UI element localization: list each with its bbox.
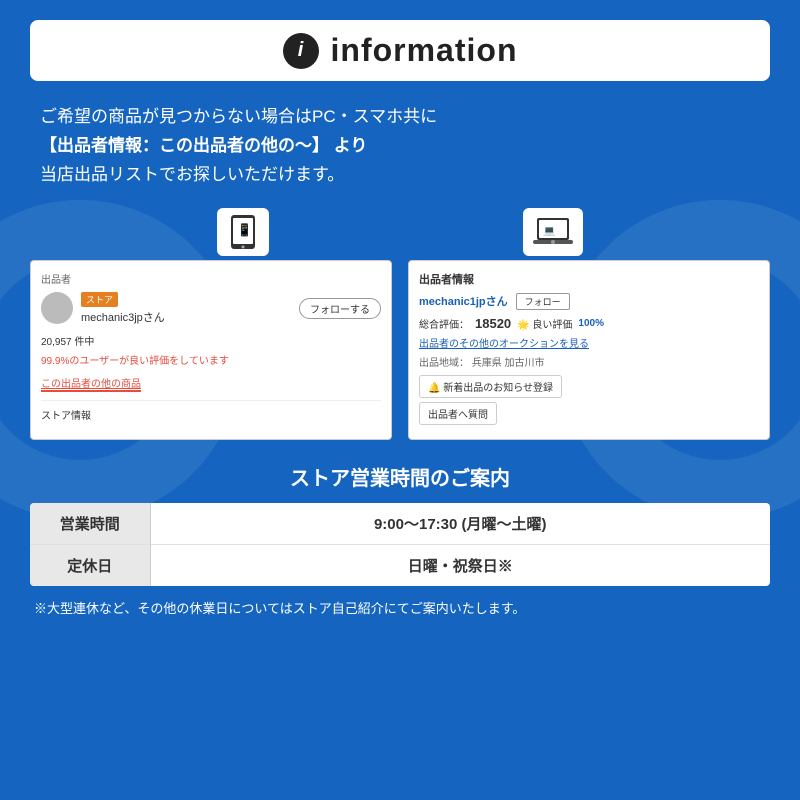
left-other-items-link[interactable]: この出品者の他の商品	[41, 375, 141, 392]
left-count: 20,957 件中	[41, 333, 381, 348]
svg-text:💻: 💻	[543, 226, 556, 237]
intro-text: ご希望の商品が見つからない場合はPC・スマホ共に 【出品者情報：この出品者の他の…	[30, 103, 770, 190]
intro-line2: 【出品者情報：この出品者の他の〜】 より	[40, 132, 760, 161]
phone-icon-wrap: 📱	[217, 208, 269, 256]
good-pct: 100%	[578, 318, 604, 329]
intro-line1: ご希望の商品が見つからない場合はPC・スマホ共に	[40, 103, 760, 132]
notify-button[interactable]: 🔔 新着出品のお知らせ登録	[419, 375, 562, 398]
right-screenshot: 出品者情報 mechanic1jpさん フォロー 総合評価： 18520 🌟 良…	[408, 260, 770, 440]
hours-row-1: 営業時間 9:00〜17:30 (月曜〜土曜)	[30, 503, 770, 545]
header-box: i information	[30, 20, 770, 81]
left-store-info: ストア情報	[41, 400, 381, 422]
hours-title: ストア営業時間のご案内	[30, 462, 770, 491]
auction-link[interactable]: 出品者のその他のオークションを見る	[419, 335, 759, 350]
header-title: information	[331, 32, 518, 69]
left-seller-name: mechanic3jpさん	[81, 312, 165, 324]
store-badge: ストア	[81, 292, 118, 307]
good-label: 🌟 良い評価	[517, 316, 572, 331]
right-seller-name: mechanic1jpさん	[419, 293, 508, 309]
avatar-left	[41, 292, 73, 324]
phone-icon: 📱	[227, 214, 259, 250]
hours-section: ストア営業時間のご案内 営業時間 9:00〜17:30 (月曜〜土曜) 定休日 …	[30, 462, 770, 617]
footnote: ※大型連休など、その他の休業日についてはストア自己紹介にてご案内いたします。	[30, 598, 770, 617]
left-seller-info: ストア mechanic3jpさん	[81, 292, 165, 325]
intro-line3: 当店出品リストでお探しいただけます。	[40, 161, 760, 190]
left-section-title: 出品者	[41, 271, 381, 286]
hours-table: 営業時間 9:00〜17:30 (月曜〜土曜) 定休日 日曜・祝祭日※	[30, 503, 770, 586]
left-screenshot: 出品者 ストア mechanic3jpさん フォローする 20,957 件中 9…	[30, 260, 392, 440]
left-follow-button[interactable]: フォローする	[299, 298, 381, 319]
right-follow-button[interactable]: フォロー	[516, 293, 570, 310]
right-seller-row: mechanic1jpさん フォロー	[419, 293, 759, 310]
svg-text:📱: 📱	[237, 223, 252, 237]
laptop-icon: 💻	[533, 216, 573, 248]
total-num: 18520	[475, 316, 511, 331]
hours-row-2: 定休日 日曜・祝祭日※	[30, 544, 770, 586]
left-rating: 99.9%のユーザーが良い評価をしています	[41, 352, 381, 367]
right-rating-row: 総合評価： 18520 🌟 良い評価 100%	[419, 316, 759, 331]
location: 出品地域： 兵庫県 加古川市	[419, 354, 759, 369]
laptop-icon-wrap: 💻	[523, 208, 583, 256]
left-user-row: ストア mechanic3jpさん フォローする	[41, 292, 381, 325]
hours-value-1: 9:00〜17:30 (月曜〜土曜)	[150, 503, 770, 545]
right-section-title: 出品者情報	[419, 271, 759, 287]
total-label: 総合評価：	[419, 316, 469, 331]
hours-label-1: 営業時間	[30, 503, 150, 545]
question-button[interactable]: 出品者へ質問	[419, 402, 497, 425]
hours-label-2: 定休日	[30, 544, 150, 586]
info-icon: i	[283, 33, 319, 69]
hours-value-2: 日曜・祝祭日※	[150, 544, 770, 586]
device-icons-row: 📱 💻	[30, 208, 770, 256]
screenshots-area: 出品者 ストア mechanic3jpさん フォローする 20,957 件中 9…	[30, 260, 770, 440]
